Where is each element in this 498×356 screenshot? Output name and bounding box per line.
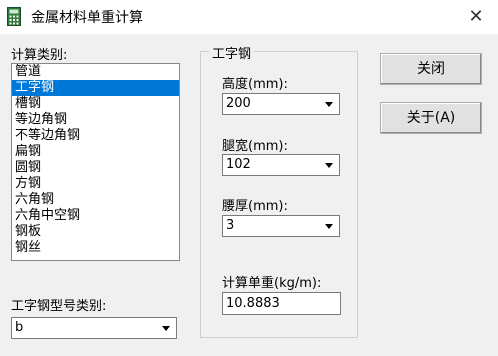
- group-title: 工字钢: [209, 43, 255, 62]
- about-button[interactable]: 关于(A): [380, 102, 482, 134]
- chevron-down-icon[interactable]: [320, 95, 338, 113]
- waist-thickness-combobox[interactable]: 3: [222, 215, 340, 237]
- chevron-down-icon[interactable]: [320, 156, 338, 174]
- leg-width-value: 102: [226, 157, 251, 172]
- list-item[interactable]: 不等边角钢: [12, 128, 179, 144]
- list-item[interactable]: 圆钢: [12, 160, 179, 176]
- list-item[interactable]: 扁钢: [12, 144, 179, 160]
- unit-weight-field[interactable]: 10.8883: [222, 292, 341, 315]
- list-item[interactable]: 槽钢: [12, 96, 179, 112]
- leg-width-combobox[interactable]: 102: [222, 154, 340, 176]
- list-item-selected[interactable]: 工字钢: [12, 80, 179, 96]
- close-button[interactable]: 关闭: [380, 53, 482, 85]
- height-value: 200: [226, 96, 251, 111]
- unit-weight-value: 10.8883: [226, 296, 280, 311]
- waist-thickness-label: 腰厚(mm):: [222, 199, 288, 214]
- close-icon[interactable]: ✕: [464, 6, 488, 28]
- calc-category-list[interactable]: 管道 工字钢 槽钢 等边角钢 不等边角钢 扁钢 圆钢 方钢 六角钢 六角中空钢 …: [11, 63, 180, 261]
- list-item[interactable]: 钢板: [12, 224, 179, 240]
- list-item[interactable]: 钢丝: [12, 240, 179, 256]
- height-label: 高度(mm):: [222, 77, 288, 92]
- type-category-value: b: [15, 320, 24, 335]
- list-item[interactable]: 六角钢: [12, 192, 179, 208]
- list-item[interactable]: 等边角钢: [12, 112, 179, 128]
- calculator-icon: [7, 7, 21, 26]
- calc-category-label: 计算类别:: [11, 48, 68, 63]
- type-category-combobox[interactable]: b: [11, 317, 177, 339]
- list-item[interactable]: 管道: [12, 64, 179, 80]
- window-title: 金属材料单重计算: [31, 10, 143, 26]
- chevron-down-icon[interactable]: [320, 217, 338, 235]
- type-category-label: 工字钢型号类别:: [11, 299, 107, 314]
- list-item[interactable]: 方钢: [12, 176, 179, 192]
- unit-weight-label: 计算单重(kg/m):: [222, 276, 322, 291]
- list-item[interactable]: 六角中空钢: [12, 208, 179, 224]
- title-bar: 金属材料单重计算 ✕: [0, 0, 498, 34]
- chevron-down-icon[interactable]: [157, 319, 175, 337]
- height-combobox[interactable]: 200: [222, 93, 340, 115]
- waist-thickness-value: 3: [226, 218, 235, 233]
- leg-width-label: 腿宽(mm):: [222, 139, 288, 154]
